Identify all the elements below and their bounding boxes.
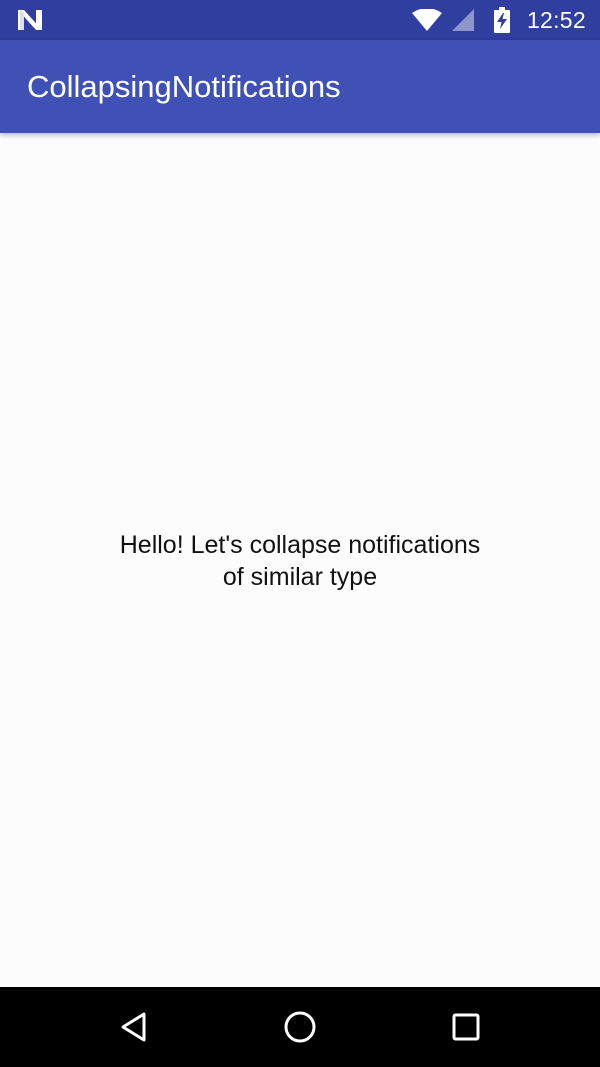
home-icon <box>284 1011 316 1043</box>
hello-message-line1: Hello! Let's collapse notifications <box>119 531 481 559</box>
battery-charging-icon <box>494 7 510 33</box>
recents-icon <box>452 1013 480 1041</box>
recents-button[interactable] <box>444 1005 488 1049</box>
status-bar: 12:52 <box>0 0 600 40</box>
navigation-bar <box>0 987 600 1067</box>
app-bar: CollapsingNotifications <box>0 40 600 133</box>
wifi-icon <box>412 9 442 31</box>
status-time: 12:52 <box>526 7 586 33</box>
home-button[interactable] <box>278 1005 322 1049</box>
back-button[interactable] <box>112 1005 156 1049</box>
main-content: Hello! Let's collapse notifications of s… <box>0 133 600 987</box>
back-icon <box>121 1012 146 1042</box>
hello-message: Hello! Let's collapse notifications of s… <box>0 529 600 593</box>
signal-icon <box>452 9 474 31</box>
app-title: CollapsingNotifications <box>27 69 341 104</box>
n-logo-icon <box>18 9 42 30</box>
hello-message-line2: of similar type <box>222 563 378 591</box>
